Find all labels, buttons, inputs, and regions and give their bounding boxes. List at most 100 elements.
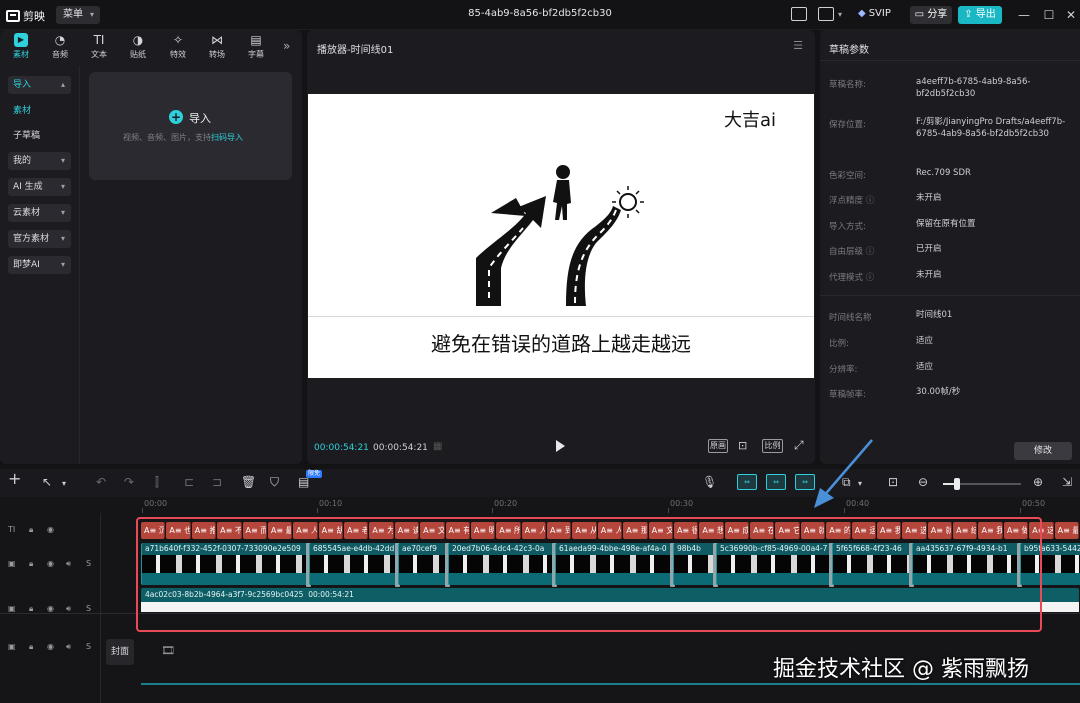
ruler-label: 00:00 <box>144 499 168 508</box>
play-icon[interactable] <box>556 440 565 452</box>
cover-button[interactable]: 封面 <box>106 639 134 665</box>
select-cursor-icon[interactable]: ↖ <box>42 475 52 489</box>
delete-left-icon[interactable]: ⊏ <box>184 475 194 489</box>
tab-sticker[interactable]: ◑ 贴纸 <box>120 33 156 60</box>
lock-icon[interactable]: 🔒︎ <box>29 599 33 619</box>
layout-chevron-icon[interactable]: ▾ <box>838 10 842 19</box>
maximize-icon[interactable]: ☐ <box>1040 6 1058 24</box>
share-button[interactable]: ▭ 分享 <box>910 6 952 24</box>
close-icon[interactable]: ✕ <box>1062 6 1080 24</box>
screenshot-frame-icon[interactable]: ⊡ <box>738 439 747 452</box>
tab-effects[interactable]: ✧ 特效 <box>160 33 196 60</box>
main-track-line <box>141 683 1080 685</box>
ruler-label: 00:20 <box>494 499 518 508</box>
export-label: 导出 <box>975 9 996 20</box>
tab-transition[interactable]: ⋈ 转场 <box>199 33 235 60</box>
shortcut-keyboard-icon[interactable] <box>791 7 807 21</box>
time-ruler[interactable]: 00:00 00:10 00:20 00:30 00:40 00:50 <box>140 497 1080 513</box>
export-button[interactable]: ⇪ 导出 <box>958 6 1002 24</box>
sidebar-item-import[interactable]: 导入 ▴ <box>8 76 71 94</box>
volume-icon[interactable]: 🔊︎ <box>66 637 71 657</box>
param-label-save-path: 保存位置: <box>829 120 866 130</box>
media-sidebar: 导入 ▴ 素材 子草稿 我的 ▾ AI 生成 ▾ 云素材 ▾ 官方素材 ▾ 即梦AI ▾ <box>0 66 80 464</box>
menu-label: 菜单 <box>63 9 83 20</box>
svip-button[interactable]: ◆ SVIP <box>858 8 891 19</box>
import-dropzone[interactable]: + 导入 视频、音频、图片，支持扫码导入 <box>89 72 292 180</box>
layout-icon[interactable] <box>818 7 834 21</box>
tab-subtitle[interactable]: ▤ 字幕 <box>238 33 274 60</box>
app-name: 剪映 <box>23 10 45 23</box>
add-track-icon[interactable]: + <box>8 471 21 487</box>
help-icon[interactable]: ⓘ <box>866 247 875 257</box>
sidebar-item-label: 云素材 <box>13 208 41 218</box>
lock-icon[interactable]: 🔒︎ <box>29 554 33 574</box>
zoom-slider-knob[interactable] <box>954 478 960 490</box>
left-arrow-tip <box>491 198 526 216</box>
sidebar-item-ai-generate[interactable]: AI 生成 ▾ <box>8 178 71 196</box>
timeline-frame-icon[interactable]: ⊡ <box>888 475 898 489</box>
shield-icon[interactable]: ⛉ <box>270 475 279 489</box>
redo-icon[interactable]: ↷ <box>124 475 134 489</box>
sidebar-item-cloud[interactable]: 云素材 ▾ <box>8 204 71 222</box>
ruler-tick <box>668 508 669 513</box>
zoom-in-icon[interactable]: ⊕ <box>1033 475 1043 489</box>
microphone-icon[interactable]: 🎙︎ <box>702 475 717 489</box>
help-icon[interactable]: ⓘ <box>866 273 875 283</box>
solo-s-icon[interactable]: S <box>86 599 91 619</box>
param-label-resolution: 分辨率: <box>829 365 858 375</box>
sidebar-item-jimeng[interactable]: 即梦AI ▾ <box>8 256 71 274</box>
param-label-import-mode: 导入方式: <box>829 222 866 232</box>
sidebar-item-subdraft[interactable]: 子草稿 <box>8 127 71 145</box>
param-label-text: 代理模式 <box>829 273 864 283</box>
scan-import-link[interactable]: 扫码导入 <box>211 133 243 142</box>
split-icon[interactable]: ⫿ <box>155 475 159 489</box>
timecode-grid-icon[interactable]: ▦ <box>433 441 442 452</box>
tab-media[interactable]: ▶ 素材 <box>3 33 39 60</box>
trash-icon[interactable]: 🗑︎ <box>241 475 256 489</box>
lock-icon[interactable]: 🔒︎ <box>29 637 33 657</box>
sidebar-item-material[interactable]: 素材 <box>8 102 71 120</box>
undo-icon[interactable]: ↶ <box>96 475 106 489</box>
solo-s-icon[interactable]: S <box>86 554 91 574</box>
modify-button[interactable]: 修改 <box>1014 442 1072 460</box>
text-clip[interactable]: A≡ 最 <box>1054 522 1079 539</box>
aspect-ratio-button[interactable]: 比例 <box>762 439 783 453</box>
main-track-header: ▣ 🔒︎ ◉ 🔊︎ S <box>0 637 100 657</box>
eye-icon[interactable]: ◉ <box>47 554 54 574</box>
main-track-magnet-icon[interactable]: ⇔ <box>737 474 757 490</box>
diamond-icon: ◆ <box>858 8 866 19</box>
solo-s-icon[interactable]: S <box>86 637 91 657</box>
fullscreen-icon[interactable]: ⤢ <box>794 438 804 453</box>
original-quality-button[interactable]: 原画 <box>708 439 728 453</box>
fit-timeline-icon[interactable]: ⇲ <box>1062 475 1072 489</box>
annotation-arrow-icon <box>814 439 873 508</box>
tab-audio[interactable]: ◔ 音频 <box>42 33 78 60</box>
preview-canvas[interactable]: 大吉ai 避免在错误的道路上越走越远 <box>308 94 814 378</box>
minimize-icon[interactable]: — <box>1015 6 1033 24</box>
lock-icon[interactable]: 🔒︎ <box>29 520 33 540</box>
canvas-brand-text: 大吉ai <box>724 110 777 131</box>
tab-label: 文本 <box>91 50 107 59</box>
tab-text[interactable]: TI 文本 <box>81 33 117 60</box>
param-value-free-layer: 已开启 <box>916 244 942 254</box>
delete-right-icon[interactable]: ⊐ <box>212 475 222 489</box>
eye-icon[interactable]: ◉ <box>47 637 54 657</box>
auto-snap-icon[interactable]: ⇔ <box>766 474 786 490</box>
canvas-divider <box>308 316 814 317</box>
player-panel: 播放器-时间线01 ☰ 大吉ai 避免在错误的道路上越走越远 00:00:54:… <box>307 30 815 464</box>
more-tabs-icon[interactable]: » <box>283 39 290 53</box>
sidebar-item-mine[interactable]: 我的 ▾ <box>8 152 71 170</box>
volume-icon[interactable]: 🔊︎ <box>66 554 71 574</box>
sidebar-item-official[interactable]: 官方素材 ▾ <box>8 230 71 248</box>
param-label-free-layer: 自由层级 ⓘ <box>829 245 874 257</box>
hamburger-menu-icon[interactable]: ☰ <box>793 39 803 52</box>
eye-icon[interactable]: ◉ <box>47 520 54 540</box>
cursor-chevron-icon[interactable]: ▾ <box>62 477 66 491</box>
eye-icon[interactable]: ◉ <box>47 599 54 619</box>
volume-icon[interactable]: 🔊︎ <box>66 599 71 619</box>
main-menu-button[interactable]: 菜单 ▾ <box>56 6 100 24</box>
zoom-out-icon[interactable]: ⊖ <box>918 475 928 489</box>
help-icon[interactable]: ⓘ <box>866 196 875 206</box>
app-logo: 剪映 <box>6 8 45 24</box>
param-label-timeline-name: 时间线名称 <box>829 313 872 323</box>
